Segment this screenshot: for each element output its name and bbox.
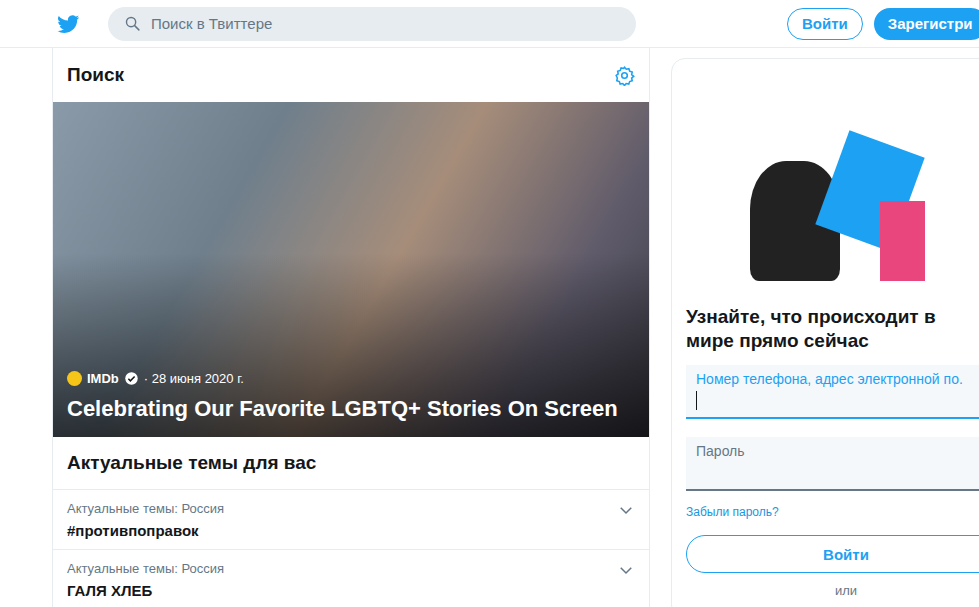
hero-date: · 28 июня 2020 г. — [144, 371, 244, 386]
main-column: Поиск IMDb · 28 июня 2020 г. Celebrating… — [52, 48, 650, 607]
chevron-down-icon[interactable] — [617, 501, 635, 519]
signup-card: Узнайте, что происходит в мире прямо сей… — [671, 58, 979, 607]
hero-card[interactable]: IMDb · 28 июня 2020 г. Celebrating Our F… — [53, 102, 649, 437]
column-title: Поиск — [67, 64, 124, 86]
gear-icon[interactable] — [614, 65, 635, 86]
login-button[interactable]: Войти — [787, 8, 863, 40]
trend-context: Актуальные темы: Россия — [67, 561, 224, 576]
card-login-button[interactable]: Войти — [686, 535, 979, 573]
signup-heading: Узнайте, что происходит в мире прямо сей… — [686, 305, 966, 353]
field-label: Пароль — [696, 443, 979, 459]
verified-badge-icon — [124, 371, 139, 386]
hero-title[interactable]: Celebrating Our Favorite LGBTQ+ Stories … — [67, 394, 635, 423]
twitter-bird-icon[interactable] — [56, 13, 81, 35]
column-header: Поиск — [53, 48, 649, 102]
or-divider: или — [686, 583, 979, 598]
trend-name: #противпоправок — [67, 522, 224, 539]
imdb-avatar-icon — [67, 371, 82, 386]
login-field[interactable]: Номер телефона, адрес электронной по. — [686, 365, 979, 419]
trend-context: Актуальные темы: Россия — [67, 501, 224, 516]
chevron-down-icon[interactable] — [617, 561, 635, 579]
page: Поиск в Твиттере Войти Зарегистри Поиск … — [0, 0, 979, 607]
hero-source[interactable]: IMDb — [87, 371, 119, 386]
hero-meta: IMDb · 28 июня 2020 г. — [67, 371, 635, 386]
illustration — [730, 131, 940, 291]
trend-name: ГАЛЯ ХЛЕБ — [67, 582, 224, 599]
content: Поиск IMDb · 28 июня 2020 г. Celebrating… — [0, 48, 979, 607]
trends-title: Актуальные темы для вас — [53, 437, 649, 490]
top-bar: Поиск в Твиттере Войти Зарегистри — [0, 0, 979, 48]
search-placeholder: Поиск в Твиттере — [151, 15, 272, 32]
magnifier-icon — [124, 15, 141, 32]
forgot-password-link[interactable]: Забыли пароль? — [686, 505, 979, 519]
field-label: Номер телефона, адрес электронной по. — [696, 371, 979, 387]
login-field[interactable]: Пароль — [686, 437, 979, 491]
trend-row[interactable]: Актуальные темы: Россия ГАЛЯ ХЛЕБ — [53, 550, 649, 607]
trend-row[interactable]: Актуальные темы: Россия #противпоправок — [53, 490, 649, 550]
signup-button[interactable]: Зарегистри — [874, 8, 979, 40]
search-field[interactable]: Поиск в Твиттере — [108, 7, 636, 41]
text-caret — [696, 391, 697, 410]
